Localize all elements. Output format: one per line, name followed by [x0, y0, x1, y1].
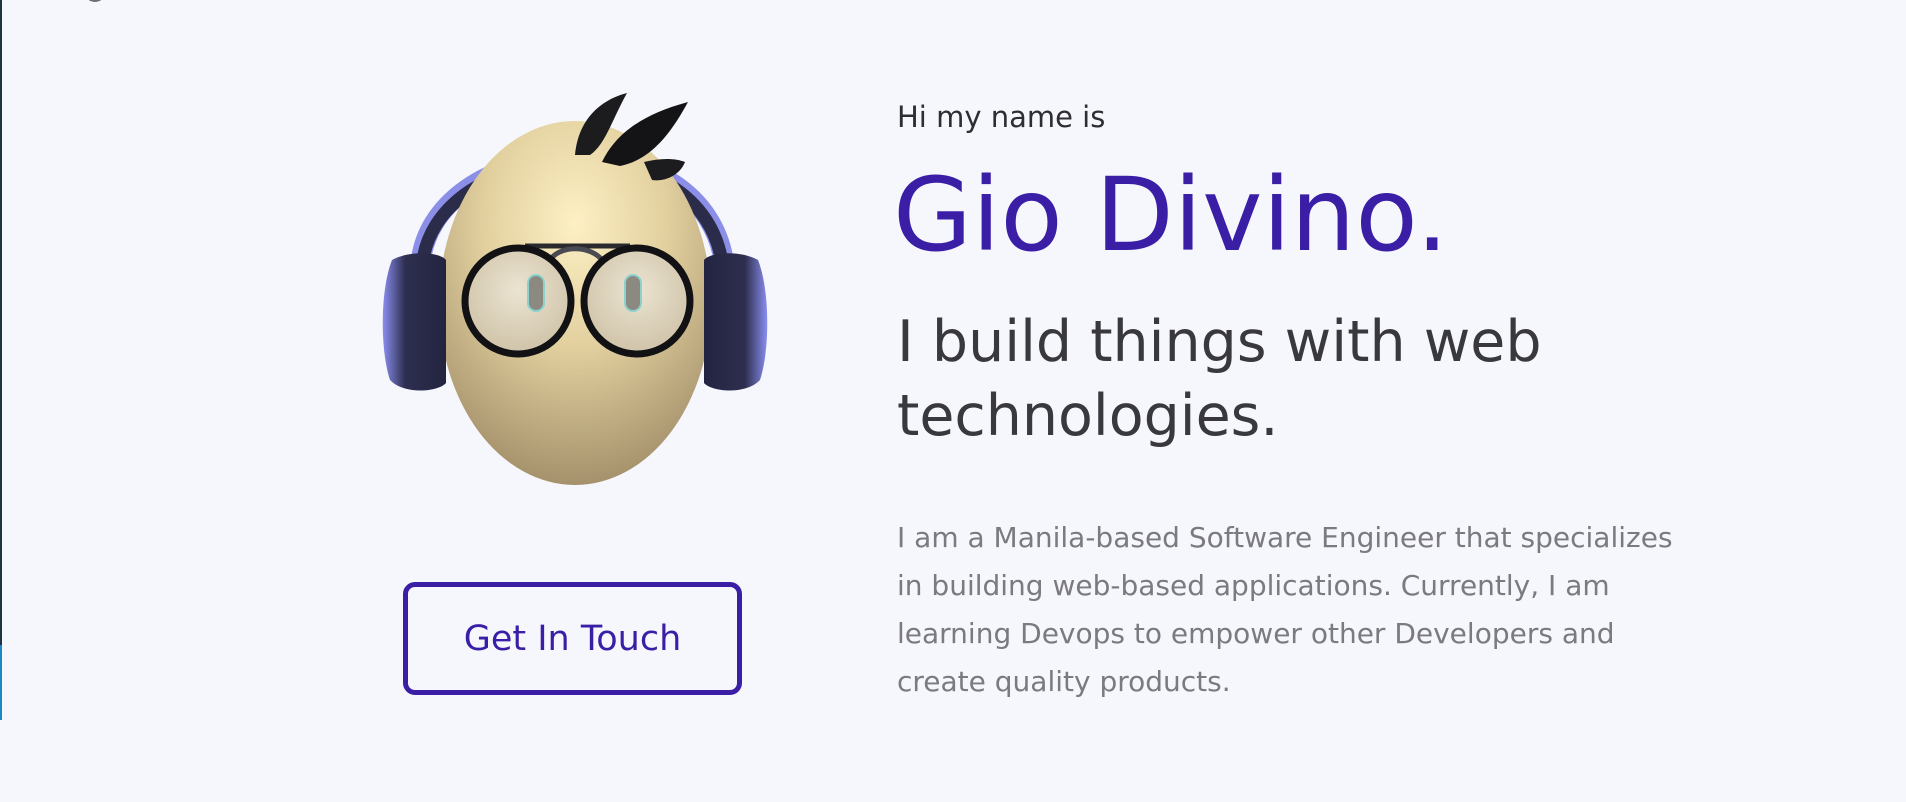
- corner-fragment-icon: [84, 0, 106, 2]
- page-left-edge-accent: [0, 645, 2, 720]
- hero-name: Gio Divino.: [893, 156, 1449, 275]
- intro-text: Hi my name is: [897, 100, 1106, 134]
- get-in-touch-button[interactable]: Get In Touch: [403, 582, 742, 695]
- avatar-icon: [382, 93, 768, 485]
- hero-bio: I am a Manila-based Software Engineer th…: [897, 521, 1673, 698]
- hero-tagline: I build things with web technologies.: [897, 309, 1542, 449]
- page-left-edge: [0, 0, 2, 720]
